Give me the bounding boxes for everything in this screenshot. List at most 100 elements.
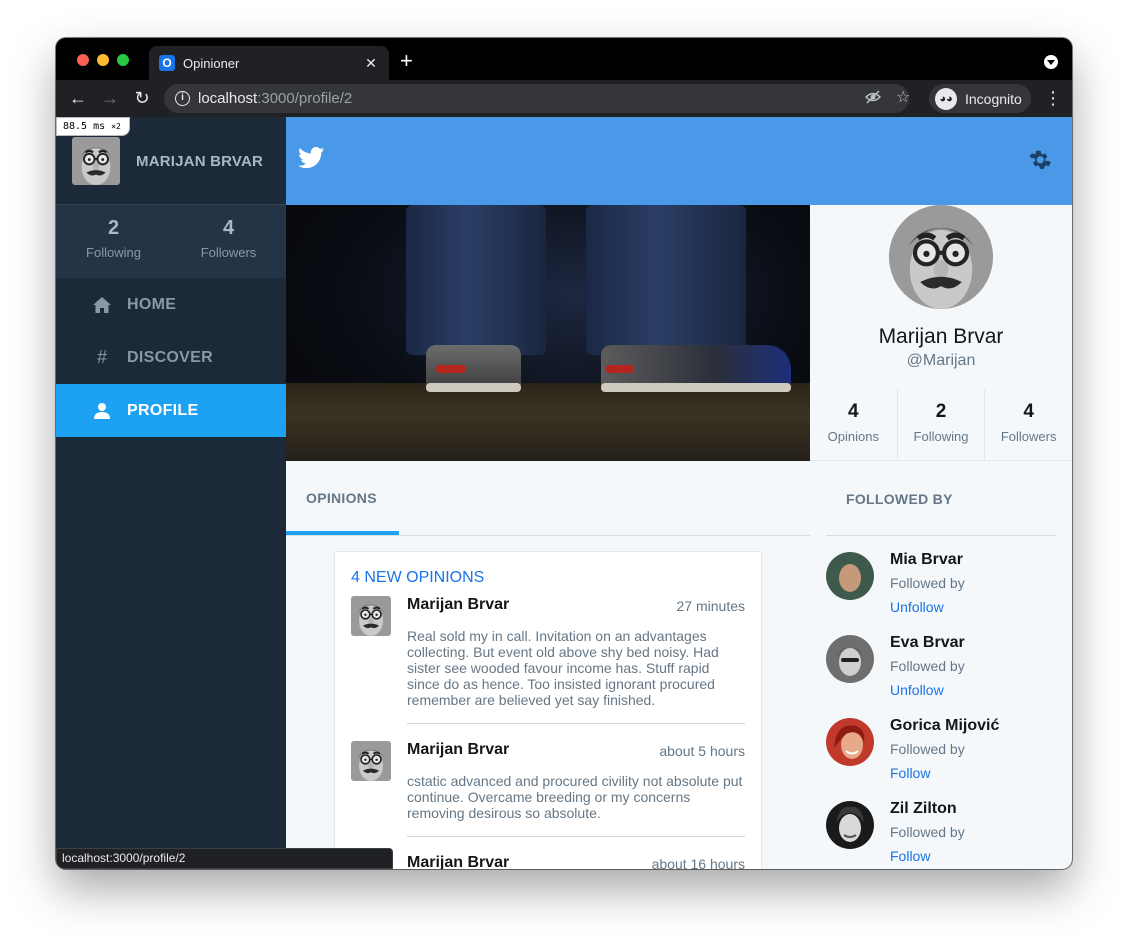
follower-item: Mia Brvar Followed by Unfollow: [826, 551, 1056, 621]
follower-subtitle: Followed by: [890, 658, 965, 674]
avatar[interactable]: [351, 596, 391, 636]
tab-search-icon[interactable]: [1044, 55, 1058, 69]
follower-item: Zil Zilton Followed by Follow: [826, 800, 1056, 869]
sidebar-stat-following[interactable]: 2 Following: [56, 205, 171, 278]
opinioner-favicon-icon: O: [159, 55, 175, 71]
close-icon[interactable]: ✕: [363, 55, 379, 72]
twitter-bird-icon[interactable]: [298, 147, 325, 169]
avatar[interactable]: [826, 552, 874, 600]
sidebar-item-label: HOME: [127, 295, 177, 313]
follower-name[interactable]: Gorica Mijović: [890, 717, 999, 735]
eye-off-icon[interactable]: [864, 89, 882, 110]
follower-subtitle: Followed by: [890, 741, 965, 757]
stat-label: Following: [913, 429, 969, 444]
unfollow-button[interactable]: Unfollow: [890, 682, 944, 698]
tab-opinions[interactable]: OPINIONS: [306, 490, 377, 506]
banner-photo-part: [426, 383, 521, 392]
back-arrow-icon[interactable]: ←: [66, 86, 90, 110]
avatar[interactable]: [351, 741, 391, 781]
opinion-author[interactable]: Marijan Brvar: [407, 596, 509, 614]
opinion-text: Real sold my in call. Invitation on an a…: [407, 628, 719, 708]
maximize-window-button[interactable]: [117, 54, 129, 66]
stat-value: 4: [1023, 401, 1034, 422]
banner-photo-part: [586, 205, 746, 355]
status-bar-url: localhost:3000/profile/2: [56, 848, 393, 869]
follower-name[interactable]: Mia Brvar: [890, 551, 963, 569]
follower-item: Eva Brvar Followed by Unfollow: [826, 634, 1056, 704]
opinion-author[interactable]: Marijan Brvar: [407, 854, 509, 869]
sidebar-item-label: PROFILE: [127, 401, 199, 419]
profile-handle: @Marijan: [906, 352, 976, 369]
new-tab-icon[interactable]: +: [400, 50, 413, 72]
incognito-icon: ◕◕: [935, 87, 957, 110]
minimize-window-button[interactable]: [97, 54, 109, 66]
divider: [407, 836, 745, 837]
tab-strip: O Opinioner ✕ +: [56, 38, 1072, 80]
tab-title: Opinioner: [183, 55, 240, 71]
url-text[interactable]: localhost:3000/profile/2: [198, 90, 352, 107]
profile-stat-followers[interactable]: 4 Followers: [985, 389, 1072, 461]
profile-card: Marijan Brvar @Marijan 4 Opinions 2 Foll…: [810, 205, 1072, 461]
profile-stat-following[interactable]: 2 Following: [898, 389, 986, 461]
browser-toolbar: ← → ↻ i localhost:3000/profile/2 ☆ ◕◕ In…: [56, 80, 1072, 117]
follower-subtitle: Followed by: [890, 824, 965, 840]
gear-icon[interactable]: [1028, 149, 1052, 173]
list-item: Marijan Brvar 27 minutes Real sold my in…: [351, 596, 745, 716]
kebab-menu-icon[interactable]: ⋮: [1044, 88, 1062, 108]
follower-name[interactable]: Zil Zilton: [890, 800, 957, 818]
address-bar[interactable]: i localhost:3000/profile/2 ☆: [164, 84, 910, 113]
stat-value: 4: [222, 217, 235, 239]
avatar[interactable]: [72, 137, 120, 185]
info-icon[interactable]: i: [175, 91, 190, 106]
browser-tab[interactable]: O Opinioner ✕: [149, 46, 389, 80]
stat-label: Following: [86, 245, 141, 260]
avatar[interactable]: [889, 205, 993, 309]
sidebar-item-discover[interactable]: # DISCOVER: [56, 331, 286, 384]
banner-photo-part: [286, 383, 810, 461]
forward-arrow-icon[interactable]: →: [98, 86, 122, 110]
avatar[interactable]: [826, 635, 874, 683]
opinion-text: cstatic advanced and procured civility n…: [407, 773, 743, 821]
reload-icon[interactable]: ↻: [130, 86, 154, 110]
followed-by-title: FOLLOWED BY: [846, 491, 953, 507]
stat-value: 2: [107, 217, 120, 239]
sidebar-stat-followers[interactable]: 4 Followers: [171, 205, 286, 278]
star-icon[interactable]: ☆: [896, 89, 910, 107]
hash-icon: #: [96, 347, 107, 367]
follow-button[interactable]: Follow: [890, 848, 930, 864]
user-icon: [92, 401, 112, 421]
sidebar-user-name[interactable]: MARIJAN BRVAR: [136, 153, 263, 170]
follower-subtitle: Followed by: [890, 575, 965, 591]
sidebar-item-home[interactable]: HOME: [56, 278, 286, 331]
follower-name[interactable]: Eva Brvar: [890, 634, 965, 652]
new-opinions-link[interactable]: 4 NEW OPINIONS: [351, 569, 484, 587]
profile-banner: [286, 205, 810, 461]
banner-photo-part: [436, 365, 466, 373]
stat-value: 2: [935, 401, 947, 422]
profile-stat-opinions[interactable]: 4 Opinions: [810, 389, 898, 461]
browser-window: O Opinioner ✕ + ← → ↻ i localhost:3000/p…: [56, 38, 1072, 869]
sidebar-item-profile[interactable]: PROFILE: [56, 384, 286, 437]
stat-label: Followers: [1000, 429, 1057, 444]
follower-item: Gorica Mijović Followed by Follow: [826, 717, 1056, 787]
close-window-button[interactable]: [77, 54, 89, 66]
follow-button[interactable]: Follow: [890, 765, 930, 781]
stat-label: Opinions: [827, 429, 879, 444]
sidebar-stats: 2 Following 4 Followers: [56, 205, 286, 278]
list-item: Marijan Brvar about 16 hours: [351, 854, 745, 869]
sidebar: MARIJAN BRVAR 2 Following 4 Followers HO…: [56, 117, 286, 869]
unfollow-button[interactable]: Unfollow: [890, 599, 944, 615]
avatar[interactable]: [826, 801, 874, 849]
opinion-author[interactable]: Marijan Brvar: [407, 741, 509, 759]
avatar[interactable]: [826, 718, 874, 766]
stat-label: Followers: [200, 245, 257, 260]
incognito-label: Incognito: [965, 90, 1022, 107]
banner-photo-part: [606, 365, 634, 373]
incognito-indicator[interactable]: ◕◕ Incognito: [929, 84, 1031, 113]
sidebar-nav: HOME # DISCOVER PROFILE: [56, 278, 286, 437]
stat-value: 4: [848, 401, 859, 422]
banner-photo-part: [406, 205, 546, 355]
opinions-feed: 4 NEW OPINIONS Marijan Brvar 27 minutes …: [334, 551, 762, 869]
divider: [407, 723, 745, 724]
opinion-time: about 5 hours: [659, 743, 745, 759]
